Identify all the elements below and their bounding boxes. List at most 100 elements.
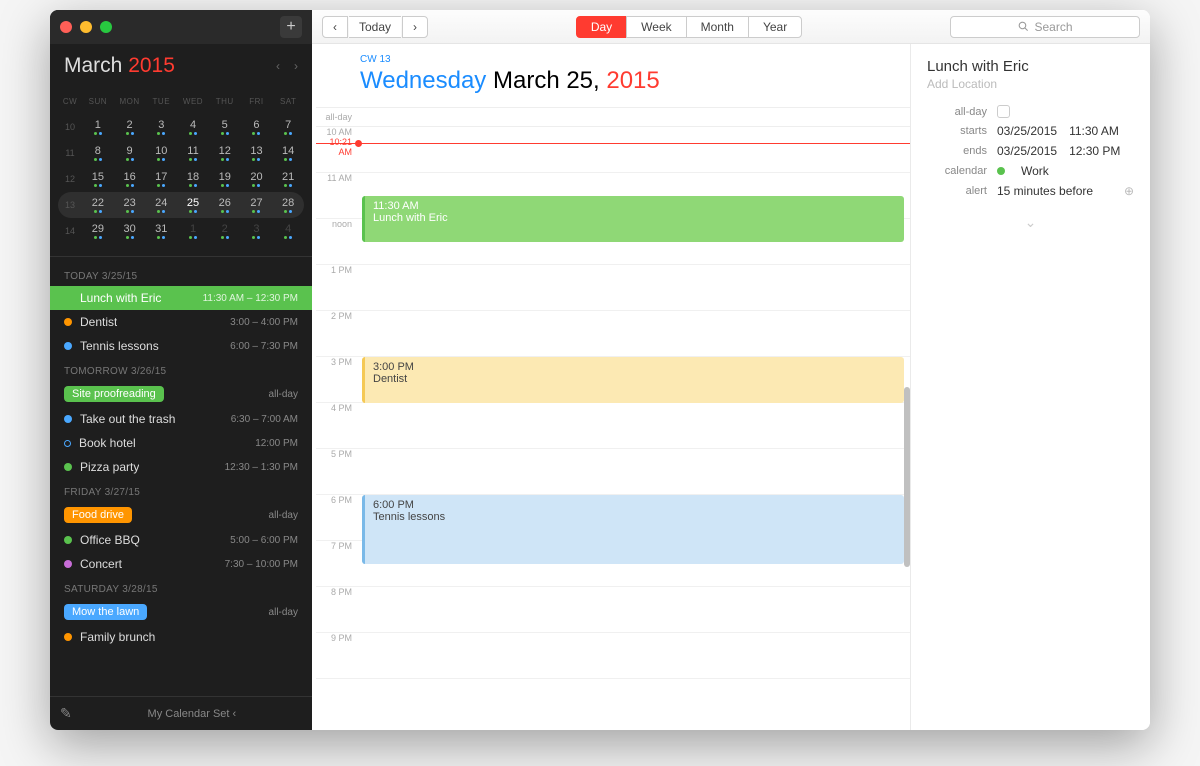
view-year-tab[interactable]: Year xyxy=(748,16,802,38)
mini-cal-day[interactable]: 4 xyxy=(177,119,209,135)
sidebar: + March 2015 ‹ › CWSUNMONTUEWEDTHUFRISAT… xyxy=(50,10,312,730)
inspector-calendar-row: calendar Work xyxy=(927,164,1134,178)
scrollbar[interactable] xyxy=(904,387,910,567)
agenda-item[interactable]: Tennis lessons6:00 – 7:30 PM xyxy=(50,334,312,358)
mini-cal-day[interactable]: 12 xyxy=(209,145,241,161)
mini-cal-day[interactable]: 3 xyxy=(241,223,273,239)
agenda-item[interactable]: Site proofreadingall-day xyxy=(50,381,312,407)
prev-month-button[interactable]: ‹ xyxy=(276,59,280,73)
prev-day-button[interactable]: ‹ xyxy=(322,16,348,38)
allday-label: all-day xyxy=(927,106,987,118)
main-area: ‹ Today › Day Week Month Year Search CW … xyxy=(312,10,1150,730)
inspector-title[interactable]: Lunch with Eric xyxy=(927,58,1134,75)
agenda-item[interactable]: Mow the lawnall-day xyxy=(50,599,312,625)
agenda-item[interactable]: Take out the trash6:30 – 7:00 AM xyxy=(50,407,312,431)
close-window-button[interactable] xyxy=(60,21,72,33)
mini-cal-day[interactable]: 2 xyxy=(114,119,146,135)
next-month-button[interactable]: › xyxy=(294,59,298,73)
mini-calendar[interactable]: CWSUNMONTUEWEDTHUFRISAT10123456711891011… xyxy=(50,84,312,257)
all-day-label: all-day xyxy=(316,112,360,122)
mini-cal-day[interactable]: 30 xyxy=(114,223,146,239)
mini-cal-day[interactable]: 2 xyxy=(209,223,241,239)
mini-cal-day[interactable]: 3 xyxy=(145,119,177,135)
calendar-event[interactable]: 3:00 PMDentist xyxy=(362,357,904,403)
inspector-starts-row: starts 03/25/2015 11:30 AM xyxy=(927,124,1134,138)
view-month-tab[interactable]: Month xyxy=(686,16,749,38)
mini-cal-day[interactable]: 9 xyxy=(114,145,146,161)
mini-cal-day[interactable]: 1 xyxy=(82,119,114,135)
mini-cal-day[interactable]: 13 xyxy=(241,145,273,161)
mini-cal-day[interactable]: 23 xyxy=(114,197,146,213)
date-nav: ‹ Today › xyxy=(322,16,428,38)
mini-cal-day[interactable]: 7 xyxy=(272,119,304,135)
edit-sets-icon[interactable]: ✎ xyxy=(60,705,72,722)
zoom-window-button[interactable] xyxy=(100,21,112,33)
mini-cal-day[interactable]: 10 xyxy=(145,145,177,161)
search-input[interactable]: Search xyxy=(950,16,1140,38)
month-header: March 2015 ‹ › xyxy=(50,44,312,84)
alert-value[interactable]: 15 minutes before xyxy=(997,184,1093,198)
day-of-week: Wednesday xyxy=(360,67,486,94)
inspector-location[interactable]: Add Location xyxy=(927,77,1134,91)
hour-label: 8 PM xyxy=(316,587,360,632)
all-day-row[interactable]: all-day xyxy=(316,107,910,127)
mini-cal-day[interactable]: 21 xyxy=(272,171,304,187)
agenda-item[interactable]: Lunch with Eric11:30 AM – 12:30 PM xyxy=(50,286,312,310)
starts-date[interactable]: 03/25/2015 xyxy=(997,124,1057,138)
agenda-item[interactable]: Concert7:30 – 10:00 PM xyxy=(50,552,312,576)
minimize-window-button[interactable] xyxy=(80,21,92,33)
calendar-set-label[interactable]: My Calendar Set ‹ xyxy=(82,708,302,720)
agenda-item[interactable]: Book hotel12:00 PM xyxy=(50,431,312,455)
calendar-name[interactable]: Work xyxy=(1021,164,1049,178)
next-day-button[interactable]: › xyxy=(402,16,428,38)
mini-cal-day[interactable]: 26 xyxy=(209,197,241,213)
mini-cal-day[interactable]: 8 xyxy=(82,145,114,161)
ends-date[interactable]: 03/25/2015 xyxy=(997,144,1057,158)
mini-cal-day[interactable]: 31 xyxy=(145,223,177,239)
mini-cal-day[interactable]: 29 xyxy=(82,223,114,239)
mini-cal-day[interactable]: 1 xyxy=(177,223,209,239)
mini-cal-day[interactable]: 27 xyxy=(241,197,273,213)
mini-cal-day[interactable]: 17 xyxy=(145,171,177,187)
ends-time[interactable]: 12:30 PM xyxy=(1069,144,1120,158)
mini-cal-day[interactable]: 4 xyxy=(272,223,304,239)
mini-cal-day[interactable]: 16 xyxy=(114,171,146,187)
view-day-tab[interactable]: Day xyxy=(576,16,627,38)
mini-cal-day[interactable]: 11 xyxy=(177,145,209,161)
view-week-tab[interactable]: Week xyxy=(626,16,686,38)
agenda-item[interactable]: Pizza party12:30 – 1:30 PM xyxy=(50,455,312,479)
starts-time[interactable]: 11:30 AM xyxy=(1069,124,1119,138)
agenda-item[interactable]: Food driveall-day xyxy=(50,502,312,528)
add-alert-button[interactable]: ⊕ xyxy=(1124,184,1134,198)
agenda-section-header: TODAY 3/25/15 xyxy=(50,263,312,286)
mini-cal-day[interactable]: 20 xyxy=(241,171,273,187)
hour-grid[interactable]: 10 AM11 AMnoon1 PM2 PM3 PM4 PM5 PM6 PM7 … xyxy=(316,127,910,730)
agenda-item[interactable]: Office BBQ5:00 – 6:00 PM xyxy=(50,528,312,552)
add-event-button[interactable]: + xyxy=(280,16,302,38)
mini-cal-day[interactable]: 19 xyxy=(209,171,241,187)
today-button[interactable]: Today xyxy=(349,16,401,38)
calendar-event[interactable]: 11:30 AMLunch with Eric xyxy=(362,196,904,242)
mini-cal-day[interactable]: 14 xyxy=(272,145,304,161)
agenda-item[interactable]: Dentist3:00 – 4:00 PM xyxy=(50,310,312,334)
hour-label: noon xyxy=(316,219,360,264)
mini-cal-day[interactable]: 15 xyxy=(82,171,114,187)
inspector-expand-icon[interactable]: ⌄ xyxy=(927,214,1134,231)
mini-cal-day[interactable]: 18 xyxy=(177,171,209,187)
mini-cal-day[interactable]: 22 xyxy=(82,197,114,213)
hour-label: 7 PM xyxy=(316,541,360,586)
mini-cal-day[interactable]: 25 xyxy=(177,197,209,213)
hour-label: 11 AM xyxy=(316,173,360,218)
app-window: + March 2015 ‹ › CWSUNMONTUEWEDTHUFRISAT… xyxy=(50,10,1150,730)
ends-label: ends xyxy=(927,145,987,157)
mini-cal-day[interactable]: 24 xyxy=(145,197,177,213)
allday-checkbox[interactable] xyxy=(997,105,1010,118)
mini-cal-day[interactable]: 5 xyxy=(209,119,241,135)
alert-label: alert xyxy=(927,185,987,197)
mini-cal-day[interactable]: 28 xyxy=(272,197,304,213)
agenda-item[interactable]: Family brunch xyxy=(50,625,312,649)
inspector-allday-row: all-day xyxy=(927,105,1134,118)
calendar-event[interactable]: 6:00 PMTennis lessons xyxy=(362,495,904,564)
mini-cal-day[interactable]: 6 xyxy=(241,119,273,135)
toolbar: ‹ Today › Day Week Month Year Search xyxy=(312,10,1150,44)
